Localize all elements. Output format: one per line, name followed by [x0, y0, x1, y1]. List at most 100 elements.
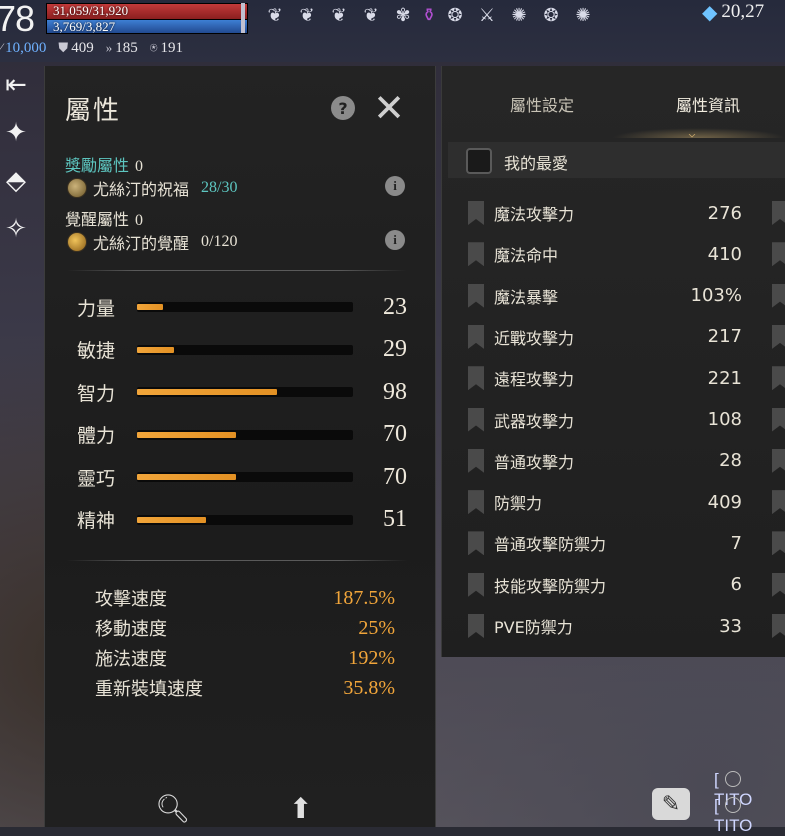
- attribute-bar-fill: [137, 516, 207, 523]
- bookmark-icon[interactable]: [468, 242, 484, 267]
- stat-row[interactable]: 魔法命中 410: [468, 239, 785, 269]
- awaken-info-button[interactable]: i: [385, 230, 405, 250]
- attribute-label: 智力: [77, 382, 116, 405]
- bookmark-icon[interactable]: [772, 324, 785, 349]
- awaken-coin-icon: [67, 232, 87, 252]
- chat-toggle-button[interactable]: ✎: [652, 788, 690, 820]
- bookmark-icon[interactable]: [468, 201, 484, 225]
- tab-attribute-info[interactable]: 屬性資訊: [676, 92, 740, 116]
- attribute-value: 23: [383, 293, 407, 320]
- stat-name: 技能攻擊防禦力: [494, 576, 607, 596]
- bookmark-icon[interactable]: [772, 490, 785, 515]
- stat-row[interactable]: 魔法暴擊 103%: [468, 281, 785, 311]
- stat-value: 33: [719, 615, 742, 637]
- stat-name: 普通攻擊防禦力: [494, 535, 607, 555]
- bookmark-icon[interactable]: [772, 448, 785, 473]
- stat-row[interactable]: 魔法攻擊力 276: [468, 198, 785, 228]
- bat-buff-icon[interactable]: ✾: [390, 2, 416, 28]
- potion-buff-icon[interactable]: ⚱: [421, 2, 436, 28]
- bookmark-icon[interactable]: [772, 366, 785, 391]
- bookmark-icon[interactable]: [468, 572, 484, 597]
- bookmark-icon[interactable]: [772, 201, 785, 225]
- wing-buff-icon[interactable]: ❦: [358, 2, 384, 28]
- bookmark-icon[interactable]: [468, 490, 484, 515]
- speed-label: 施法速度: [95, 649, 167, 670]
- stat-name: 防禦力: [494, 494, 543, 514]
- speed-label: 攻擊速度: [95, 589, 167, 610]
- stat-row[interactable]: 防禦力 409: [468, 487, 785, 517]
- favorites-label: 我的最愛: [504, 154, 569, 173]
- stat-row[interactable]: PVE防禦力 33: [468, 611, 785, 641]
- stat-name: 魔法攻擊力: [494, 205, 575, 224]
- stat-row[interactable]: 普通攻擊防禦力 7: [468, 528, 785, 558]
- stat-row[interactable]: 普通攻擊力 28: [468, 446, 785, 476]
- bookmark-icon[interactable]: [468, 448, 484, 473]
- attribute-bar: [137, 302, 353, 312]
- swirl-buff-icon[interactable]: ❂: [538, 2, 564, 28]
- stat-row[interactable]: 遠程攻擊力 221: [468, 363, 785, 393]
- shield-icon: ⛊: [58, 40, 69, 55]
- bookmark-icon[interactable]: [772, 283, 785, 308]
- speed-icon: »: [105, 40, 113, 55]
- diamond-icon: ◆: [702, 0, 718, 24]
- favorites-bar: [448, 142, 785, 178]
- bookmark-icon[interactable]: [772, 572, 785, 597]
- stat-value: 221: [707, 367, 742, 389]
- left-quick-icons: ⇤ ✦ ⬘ ✧: [0, 68, 34, 246]
- compass-icon[interactable]: ✦: [0, 116, 32, 150]
- stat-value: 7: [730, 532, 742, 554]
- hp-bar: 31,059/31,920: [46, 3, 248, 20]
- chat-channel-icon: [724, 771, 741, 787]
- blessing-coin-icon: [67, 178, 87, 198]
- bookmark-icon[interactable]: [468, 324, 484, 349]
- attribute-bar: [137, 429, 353, 440]
- bookmark-icon[interactable]: [468, 366, 484, 391]
- bookmark-icon[interactable]: [772, 407, 785, 432]
- attribute-row: 敏捷 29: [77, 335, 407, 365]
- tab-attribute-settings[interactable]: 屬性設定: [510, 92, 574, 116]
- attribute-row: 力量 23: [77, 292, 407, 322]
- speed-value: 187.5%: [333, 586, 395, 609]
- speed-row: 移動速度 25%: [95, 614, 395, 642]
- stat-row[interactable]: 近戰攻擊力 217: [468, 322, 785, 352]
- exit-icon[interactable]: ⇤: [0, 68, 32, 102]
- attribute-bar-fill: [137, 474, 237, 480]
- blessing-item: 尤絲汀的祝福 28/30: [67, 176, 237, 200]
- divider: [67, 560, 407, 561]
- bookmark-icon[interactable]: [772, 242, 785, 267]
- stat-value: 103%: [690, 285, 742, 307]
- speed-row: 重新裝填速度 35.8%: [95, 674, 395, 702]
- awaken-name: 尤絲汀的覺醒: [93, 234, 190, 253]
- magnifier-icon[interactable]: 🔍︎: [155, 792, 191, 825]
- spiral-buff-icon[interactable]: ✺: [570, 2, 596, 28]
- stat-row[interactable]: 技能攻擊防禦力 6: [468, 570, 785, 600]
- blessing-info-button[interactable]: i: [385, 176, 405, 196]
- bookmark-icon[interactable]: [468, 614, 484, 638]
- speed-value: 35.8%: [343, 676, 395, 699]
- spiral-buff-icon[interactable]: ✺: [506, 2, 532, 28]
- attribute-value: 70: [383, 421, 407, 447]
- speed-label: 移動速度: [95, 619, 167, 640]
- close-button[interactable]: ✕: [369, 88, 409, 128]
- bookmark-icon[interactable]: [468, 407, 484, 432]
- hud-stat-defense: ⛊ 409: [58, 40, 94, 56]
- bookmark-icon[interactable]: [772, 614, 785, 638]
- attribute-value: 70: [383, 463, 407, 490]
- wing-buff-icon[interactable]: ❦: [294, 2, 320, 28]
- bookmark-icon[interactable]: [772, 531, 785, 556]
- help-button[interactable]: ?: [331, 96, 355, 120]
- attribute-bar-fill: [137, 346, 174, 353]
- sword-buff-icon[interactable]: ⚔: [474, 2, 500, 28]
- sparkle-icon[interactable]: ✧: [0, 212, 32, 246]
- stat-row[interactable]: 武器攻擊力 108: [468, 405, 785, 435]
- stat-value: 108: [707, 409, 742, 430]
- wing-buff-icon[interactable]: ❦: [326, 2, 352, 28]
- swirl-buff-icon[interactable]: ❂: [442, 2, 468, 28]
- bookmark-icon[interactable]: [468, 531, 484, 556]
- bookmark-icon[interactable]: [468, 283, 484, 308]
- waypoint-icon[interactable]: ⬘: [0, 164, 32, 198]
- up-arrow-icon[interactable]: ⬆: [289, 792, 312, 825]
- favorites-checkbox[interactable]: [466, 148, 492, 174]
- wing-buff-icon[interactable]: ❦: [262, 2, 288, 28]
- attribute-bar-fill: [137, 304, 163, 310]
